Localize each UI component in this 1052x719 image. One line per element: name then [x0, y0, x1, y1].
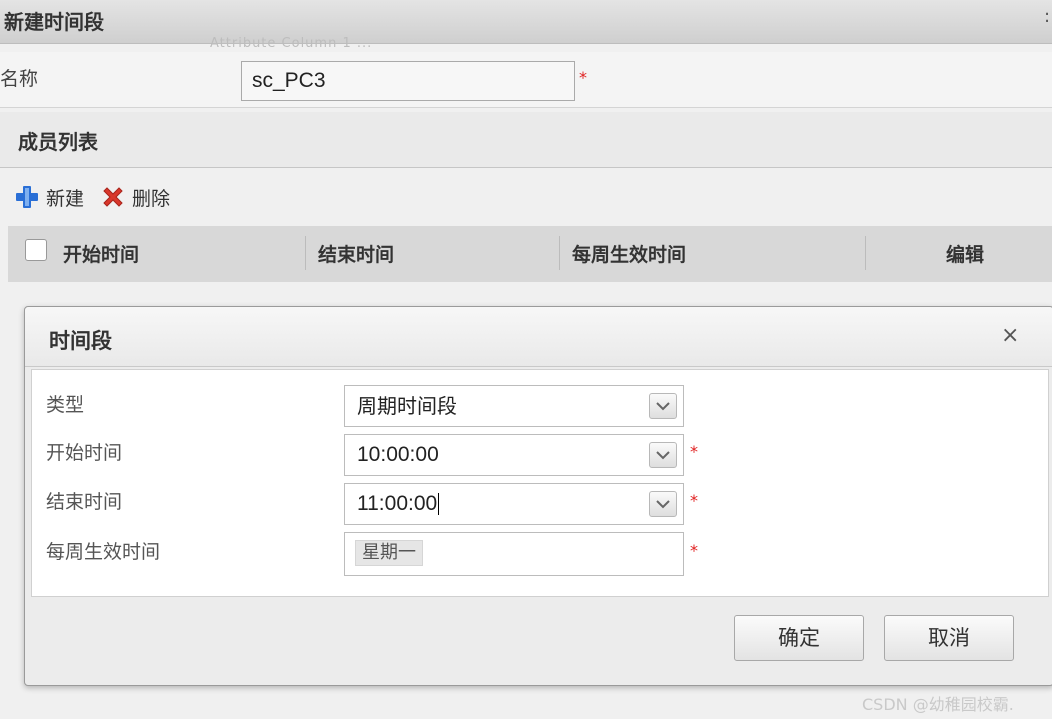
dialog-title: 时间段 — [49, 328, 112, 353]
delete-member-label: 删除 — [132, 187, 171, 210]
new-member-button[interactable]: 新建 — [14, 184, 84, 211]
plus-icon — [16, 186, 38, 208]
ghost-overlay-text: Attribute Column 1 ... — [210, 36, 373, 51]
delete-member-button[interactable]: 删除 — [100, 184, 170, 211]
start-time-label: 开始时间 — [46, 442, 123, 464]
confirm-button[interactable]: 确定 — [734, 615, 864, 661]
time-period-dialog: 时间段 × 类型 周期时间段 开始时间 10:00:00 * 结束时间 11:0… — [24, 306, 1052, 686]
column-header-end[interactable]: 结束时间 — [318, 240, 394, 267]
window-title: 新建时间段 — [4, 10, 104, 34]
name-input[interactable]: sc_PC3 — [241, 61, 575, 101]
window-titlebar: 新建时间段 : — [0, 0, 1052, 44]
new-member-label: 新建 — [46, 187, 85, 210]
required-marker: * — [690, 541, 698, 560]
member-list-header: 成员列表 — [0, 112, 1052, 168]
column-divider — [559, 236, 560, 270]
text-cursor — [438, 493, 440, 516]
watermark: CSDN @幼稚园校霸. — [862, 695, 1014, 714]
name-row: 名称 sc_PC3 * — [0, 52, 1052, 108]
member-toolbar: 新建 删除 — [14, 182, 186, 212]
end-time-value: 11:00:00 — [357, 492, 438, 515]
required-marker: * — [690, 442, 698, 461]
chevron-down-icon[interactable] — [649, 393, 677, 419]
chevron-down-icon[interactable] — [649, 442, 677, 468]
start-time-select[interactable]: 10:00:00 — [344, 434, 684, 476]
end-time-select[interactable]: 11:00:00 — [344, 483, 684, 525]
required-marker: * — [690, 491, 698, 510]
column-header-weekly[interactable]: 每周生效时间 — [572, 240, 686, 267]
close-icon[interactable]: × — [1001, 323, 1019, 348]
chevron-down-icon[interactable] — [649, 491, 677, 517]
dialog-header: 时间段 × — [25, 307, 1052, 367]
dialog-form: 类型 周期时间段 开始时间 10:00:00 * 结束时间 11:00:00 *… — [31, 369, 1049, 597]
weekly-label: 每周生效时间 — [46, 541, 161, 563]
column-divider — [865, 236, 866, 270]
name-label: 名称 — [0, 68, 39, 90]
cancel-button[interactable]: 取消 — [884, 615, 1014, 661]
weekday-tag[interactable]: 星期一 — [355, 540, 423, 566]
type-label: 类型 — [46, 394, 85, 416]
delete-x-icon — [103, 187, 123, 207]
member-list-title: 成员列表 — [18, 130, 98, 154]
column-header-start[interactable]: 开始时间 — [63, 240, 139, 267]
weekly-day-selector[interactable]: 星期一 — [344, 532, 684, 576]
type-select[interactable]: 周期时间段 — [344, 385, 684, 427]
select-all-checkbox[interactable] — [25, 239, 47, 261]
type-value: 周期时间段 — [357, 394, 457, 418]
end-time-label: 结束时间 — [46, 491, 123, 513]
required-marker: * — [579, 68, 587, 87]
start-time-value: 10:00:00 — [357, 443, 439, 466]
column-header-edit[interactable]: 编辑 — [946, 240, 984, 267]
column-divider — [305, 236, 306, 270]
member-table-header: 开始时间 结束时间 每周生效时间 编辑 — [8, 226, 1052, 282]
window-close-icon[interactable]: : — [1044, 6, 1050, 27]
